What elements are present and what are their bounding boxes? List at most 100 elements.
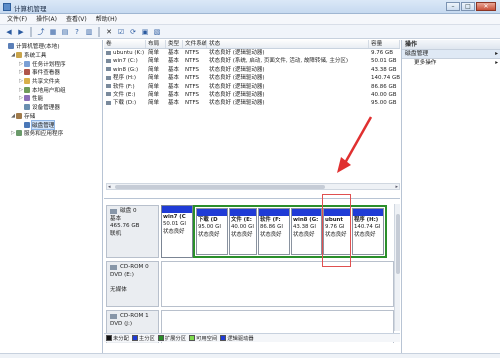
disk-status: 联机 xyxy=(110,230,122,237)
column-header-volume[interactable]: 卷 xyxy=(104,40,146,48)
help-icon[interactable]: ▧ xyxy=(152,27,162,37)
drive-icon xyxy=(106,100,111,105)
cell-layout: 简单 xyxy=(148,100,160,107)
tree-item[interactable]: ▷ 事件查看器 xyxy=(0,68,102,77)
cell-type: 基本 xyxy=(168,75,180,82)
table-row[interactable]: 下载 (D:) 简单 基本 NTFS 状态良好 (逻辑驱动器) 95.00 GB xyxy=(104,99,400,107)
column-header-filesystem[interactable]: 文件系统 xyxy=(183,40,207,48)
partition-block[interactable]: win7 (C 50.01 GI 状态良好 xyxy=(161,205,193,258)
scrollbar-thumb[interactable] xyxy=(396,214,400,274)
partition-status: 状态良好 xyxy=(354,231,376,238)
menu-bar: 文件(F) 操作(A) 查看(V) 帮助(H) xyxy=(0,14,500,25)
column-header-capacity[interactable]: 容量 xyxy=(369,40,400,48)
forward-icon[interactable]: ▶ xyxy=(16,27,26,37)
partition-block[interactable]: ubunt 9.76 GI 状态良好 xyxy=(323,208,351,255)
tree-item-label: 本地用户和组 xyxy=(32,87,66,94)
tree-item[interactable]: 设备管理器 xyxy=(0,103,102,112)
tree-item[interactable]: ▷ 性能 xyxy=(0,94,102,103)
table-row[interactable]: 程序 (H:) 简单 基本 NTFS 状态良好 (逻辑驱动器) 140.74 GB xyxy=(104,74,400,82)
tree-item-label: 设备管理器 xyxy=(32,105,60,112)
cdrom-1-name: CD-ROM 1 xyxy=(110,313,155,321)
tree-item[interactable]: ◢ 存储 xyxy=(0,112,102,121)
tree-item[interactable]: ▷ 本地用户和组 xyxy=(0,85,102,94)
disk-0-label[interactable]: 磁盘 0 基本 465.76 GB 联机 xyxy=(106,205,159,258)
cell-type: 基本 xyxy=(168,50,180,56)
cell-volume-name: ubuntu (K:) xyxy=(104,49,146,57)
up-icon[interactable]: ⤴ xyxy=(36,27,46,37)
tree-item[interactable]: ▷ 任务计划程序 xyxy=(0,59,102,68)
table-row[interactable]: ubuntu (K:) 简单 基本 NTFS 状态良好 (逻辑驱动器) 9.76 GB xyxy=(104,49,400,57)
column-header-layout[interactable]: 布局 xyxy=(146,40,166,48)
back-icon[interactable]: ◀ xyxy=(4,27,14,37)
disk-management-pane: 卷 布局 类型 文件系统 状态 容量 ubuntu (K:) 简单 基本 NTFS 状态… xyxy=(104,40,400,353)
scroll-right-arrow-icon[interactable]: ▸ xyxy=(395,184,398,190)
partition-block[interactable]: 软件 (F: 86.86 GI 状态良好 xyxy=(258,208,290,255)
tree-item-label: 共享文件夹 xyxy=(32,79,60,86)
tree-item[interactable]: ▷ 共享文件夹 xyxy=(0,77,102,86)
show-hide-icon[interactable]: ▥ xyxy=(84,27,94,37)
action-more-actions[interactable]: 更多操作 ▸ xyxy=(402,59,500,68)
computer-icon xyxy=(8,43,14,50)
partition-label: 软件 (F: xyxy=(260,217,281,223)
partition-status: 状态良好 xyxy=(163,228,185,235)
cell-capacity: 86.86 GB xyxy=(371,83,397,90)
scrollbar-thumb[interactable] xyxy=(115,185,325,189)
partition-status: 状态良好 xyxy=(325,231,347,238)
maximize-button[interactable]: □ xyxy=(461,2,475,11)
cell-volume-name: 程序 (H:) xyxy=(104,74,146,82)
cdrom-0-name: CD-ROM 0 xyxy=(110,264,155,272)
tree-item[interactable]: ◢ 系统工具 xyxy=(0,51,102,60)
export-icon[interactable]: ▣ xyxy=(140,27,150,37)
cell-filesystem: NTFS xyxy=(185,66,200,73)
console-tree-icon[interactable]: ▦ xyxy=(48,27,58,37)
cdrom-name: CD-ROM 1 xyxy=(120,313,149,319)
cell-layout: 简单 xyxy=(148,66,160,73)
table-row[interactable]: win7 (C:) 简单 基本 NTFS 状态良好 (系统, 启动, 页面文件, 活动,… xyxy=(104,57,400,65)
table-row[interactable]: 软件 (F:) 简单 基本 NTFS 状态良好 (逻辑驱动器) 86.86 GB xyxy=(104,83,400,91)
partition-color-band xyxy=(259,209,289,216)
actions-header: 操作 xyxy=(402,40,500,50)
actions-section-disk-management[interactable]: 磁盘管理 ▸ xyxy=(402,50,500,59)
tree-item[interactable]: 计算机管理(本地) xyxy=(0,42,102,51)
tree-item-label: 任务计划程序 xyxy=(32,61,66,68)
tree-item[interactable]: 磁盘管理 xyxy=(0,119,102,130)
partition-block[interactable]: 程序 (H:) 140.74 GI 状态良好 xyxy=(352,208,384,255)
partition-label: 文件 (E: xyxy=(231,217,252,223)
cdrom-0-label[interactable]: CD-ROM 0 DVD (E:) 无媒体 xyxy=(106,261,159,307)
partition-block[interactable]: win8 (G: 43.38 GI 状态良好 xyxy=(291,208,322,255)
folder-icon xyxy=(24,78,30,85)
extended-partition[interactable]: 下载 (D 95.00 GI 状态良好 文件 (E: 40.00 GI 状态良好 软件 (F… xyxy=(193,205,387,258)
menu-help[interactable]: 帮助(H) xyxy=(96,14,117,24)
column-header-type[interactable]: 类型 xyxy=(166,40,183,48)
table-row[interactable]: 文件 (E:) 简单 基本 NTFS 状态良好 (逻辑驱动器) 40.00 GB xyxy=(104,91,400,99)
properties-icon[interactable]: ☑ xyxy=(116,27,126,37)
delete-icon[interactable]: ✕ xyxy=(104,27,114,37)
graph-vertical-scrollbar[interactable] xyxy=(394,204,400,331)
partition-size: 40.00 GI xyxy=(231,224,254,231)
scroll-left-arrow-icon[interactable]: ◂ xyxy=(108,184,111,190)
partition-block[interactable]: 下载 (D 95.00 GI 状态良好 xyxy=(196,208,228,255)
disk-0-row[interactable]: 磁盘 0 基本 465.76 GB 联机 win7 (C 50.01 GI 状态良好… xyxy=(104,205,394,258)
table-row[interactable]: win8 (G:) 简单 基本 NTFS 状态良好 (逻辑驱动器) 43.38 GB xyxy=(104,66,400,74)
actions-pane: 操作 磁盘管理 ▸ 更多操作 ▸ xyxy=(401,40,500,353)
cell-capacity: 40.00 GB xyxy=(371,91,397,98)
horizontal-scrollbar[interactable]: ◂ ▸ xyxy=(106,183,400,190)
cdrom-0-row[interactable]: CD-ROM 0 DVD (E:) 无媒体 xyxy=(104,261,394,307)
partition-color-band xyxy=(197,209,227,216)
properties-icon[interactable]: ▤ xyxy=(60,27,70,37)
collapse-icon[interactable]: ▸ xyxy=(495,50,498,58)
menu-file[interactable]: 文件(F) xyxy=(7,14,27,24)
help-icon[interactable]: ? xyxy=(72,27,82,37)
legend-swatch xyxy=(189,335,196,341)
menu-view[interactable]: 查看(V) xyxy=(66,14,87,24)
column-header-status[interactable]: 状态 xyxy=(207,40,369,48)
refresh-icon[interactable]: ⟳ xyxy=(128,27,138,37)
cell-filesystem: NTFS xyxy=(185,100,200,107)
minimize-button[interactable]: – xyxy=(446,2,460,11)
window-controls: – □ ✕ xyxy=(446,2,496,11)
tree-item[interactable]: ▷ 服务和应用程序 xyxy=(0,129,102,138)
close-button[interactable]: ✕ xyxy=(476,2,496,11)
menu-action[interactable]: 操作(A) xyxy=(36,14,57,24)
partition-label: win7 (C xyxy=(163,214,186,220)
partition-block[interactable]: 文件 (E: 40.00 GI 状态良好 xyxy=(229,208,257,255)
